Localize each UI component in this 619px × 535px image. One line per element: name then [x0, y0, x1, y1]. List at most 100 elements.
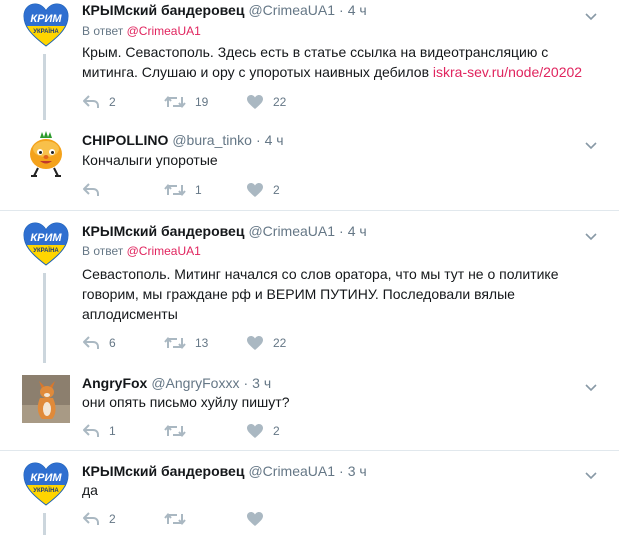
timestamp[interactable]: 4 ч [348, 2, 367, 18]
tweet-header: КРЫМский бандеровец @CrimeaUA1 · 4 ч [82, 1, 367, 19]
like-button[interactable]: 2 [246, 422, 280, 440]
like-button[interactable]: 2 [246, 181, 280, 199]
tweet-text: да [82, 482, 98, 498]
tweet-text: Кончалыги упоротые [82, 152, 218, 168]
avatar-text-top: КРИМ [30, 232, 62, 244]
tweet-text-line: митинга. Слушаю и ору с упоротых наивных… [82, 64, 433, 80]
reply-icon [82, 423, 100, 439]
like-count: 2 [273, 424, 280, 438]
tweet-4[interactable]: AngryFox @AngryFoxxx · 3 ч они опять письмо… [0, 363, 619, 450]
like-icon [246, 182, 264, 198]
username[interactable]: @CrimeaUA1 [248, 223, 335, 239]
avatar-text-bottom: УКРАЇНА [33, 28, 59, 35]
like-count: 2 [273, 183, 280, 197]
tweet-header: КРЫМский бандеровец @CrimeaUA1 · 4 ч [82, 222, 367, 240]
reply-mention[interactable]: @CrimeaUA1 [127, 244, 201, 258]
avatar-text-top: КРИМ [30, 472, 62, 484]
reply-count: 1 [109, 424, 116, 438]
separator: · [339, 223, 344, 239]
thread-line [43, 513, 46, 535]
avatar[interactable] [22, 130, 70, 178]
tweet-actions: 6 13 22 [82, 334, 402, 352]
reply-button[interactable]: 2 [82, 93, 116, 111]
reply-mention[interactable]: @CrimeaUA1 [127, 24, 201, 38]
timestamp[interactable]: 4 ч [265, 132, 284, 148]
tweet-actions: 2 [82, 510, 402, 528]
reply-button[interactable] [82, 181, 109, 199]
reply-icon [82, 335, 100, 351]
retweet-button[interactable]: 1 [164, 181, 202, 199]
like-icon [246, 511, 264, 527]
tweet-actions: 1 2 [82, 181, 402, 199]
separator: · [255, 132, 261, 148]
retweet-count: 1 [195, 183, 202, 197]
chevron-down-icon[interactable] [585, 8, 597, 21]
separator: · [339, 463, 344, 479]
display-name[interactable]: КРЫМский бандеровец [82, 2, 244, 18]
thread-line [43, 273, 46, 363]
reply-button[interactable]: 2 [82, 510, 116, 528]
tweet-2[interactable]: CHIPOLLINO @bura_tinko · 4 ч Кончалыги упор… [0, 120, 619, 210]
like-count: 22 [273, 336, 287, 350]
tweet-actions: 2 19 22 [82, 93, 402, 111]
retweet-icon [164, 94, 186, 110]
avatar-text-bottom: УКРАЇНА [33, 487, 59, 494]
chevron-down-icon[interactable] [585, 228, 597, 241]
display-name[interactable]: AngryFox [82, 375, 147, 391]
tweet-5[interactable]: КРИМ УКРАЇНА КРЫМский бандеровец @CrimeaU… [0, 451, 619, 535]
like-button[interactable]: 22 [246, 93, 286, 111]
chevron-down-icon[interactable] [585, 379, 597, 392]
retweet-button[interactable]: 13 [164, 334, 208, 352]
like-icon [246, 335, 264, 351]
avatar[interactable]: КРИМ УКРАЇНА [22, 221, 70, 269]
retweet-icon [164, 182, 186, 198]
retweet-button[interactable]: 19 [164, 93, 208, 111]
like-icon [246, 423, 264, 439]
like-button[interactable] [246, 510, 273, 528]
timestamp[interactable]: 3 ч [348, 463, 367, 479]
retweet-button[interactable] [164, 422, 195, 440]
reply-icon [82, 94, 100, 110]
reply-count: 2 [109, 95, 116, 109]
retweet-icon [164, 511, 186, 527]
retweet-count: 13 [195, 336, 209, 350]
reply-button[interactable]: 1 [82, 422, 116, 440]
username[interactable]: @CrimeaUA1 [248, 463, 335, 479]
username[interactable]: @CrimeaUA1 [248, 2, 335, 18]
reply-icon [82, 182, 100, 198]
timestamp[interactable]: 4 ч [348, 223, 367, 239]
tweet-text: Севастополь. Митинг начался со слов орат… [82, 264, 602, 324]
username[interactable]: @bura_tinko [172, 132, 252, 148]
reply-context: В ответ @CrimeaUA1 [82, 243, 201, 259]
reply-count: 6 [109, 336, 116, 350]
username[interactable]: @AngryFoxxx [151, 375, 239, 391]
tweet-1[interactable]: КРИМ УКРАЇНА КРЫМский бандеровец @CrimeaU… [0, 0, 619, 120]
chevron-down-icon[interactable] [585, 467, 597, 480]
tweet-link[interactable]: iskra-sev.ru/node/20202 [433, 64, 582, 80]
chevron-down-icon[interactable] [585, 137, 597, 150]
retweet-icon [164, 423, 186, 439]
timestamp[interactable]: 3 ч [252, 375, 271, 391]
reply-prefix: В ответ [82, 244, 124, 258]
retweet-button[interactable] [164, 510, 195, 528]
avatar[interactable]: КРИМ УКРАЇНА [22, 461, 70, 509]
display-name[interactable]: КРЫМский бандеровец [82, 463, 244, 479]
separator: · [243, 375, 249, 391]
display-name[interactable]: КРЫМский бандеровец [82, 223, 244, 239]
avatar-text-top: КРИМ [30, 13, 62, 25]
avatar[interactable] [22, 375, 70, 423]
tweet-3[interactable]: КРИМ УКРАЇНА КРЫМский бандеровец @CrimeaU… [0, 211, 619, 363]
avatar[interactable]: КРИМ УКРАЇНА [22, 2, 70, 50]
display-name[interactable]: CHIPOLLINO [82, 132, 168, 148]
tweet-header: КРЫМский бандеровец @CrimeaUA1 · 3 ч [82, 462, 367, 480]
reply-prefix: В ответ [82, 24, 124, 38]
reply-count: 2 [109, 512, 116, 526]
reply-context: В ответ @CrimeaUA1 [82, 23, 201, 39]
tweet-header: CHIPOLLINO @bura_tinko · 4 ч [82, 131, 284, 149]
tweet-text-line: Крым. Севастополь. Здесь есть в статье с… [82, 44, 549, 60]
reply-icon [82, 511, 100, 527]
reply-button[interactable]: 6 [82, 334, 116, 352]
like-button[interactable]: 22 [246, 334, 286, 352]
thread-line [43, 54, 46, 120]
like-icon [246, 94, 264, 110]
